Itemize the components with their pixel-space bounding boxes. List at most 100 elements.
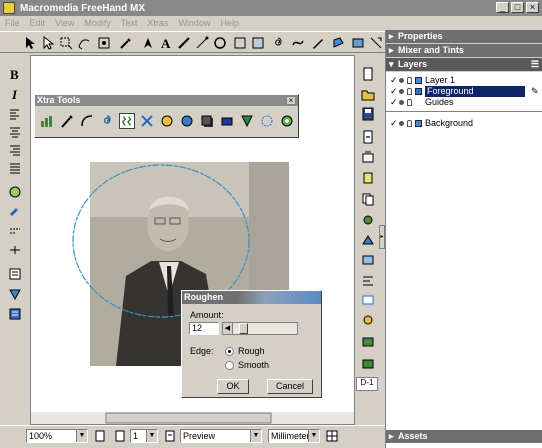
menu-help[interactable]: Help bbox=[215, 18, 244, 28]
menu-edit[interactable]: Edit bbox=[25, 18, 51, 28]
maximize-button[interactable]: □ bbox=[511, 2, 524, 13]
transform-icon[interactable] bbox=[360, 293, 376, 307]
properties-panel-header[interactable]: ▸ Properties bbox=[386, 30, 542, 43]
ellipse-tool-icon[interactable] bbox=[212, 35, 228, 51]
layer-name[interactable]: Layer 1 bbox=[425, 75, 455, 86]
amount-input[interactable]: 12 bbox=[189, 322, 219, 335]
layer-row[interactable]: ✓ Foreground ✎ bbox=[386, 86, 542, 97]
layer-name[interactable]: Foreground bbox=[425, 86, 525, 97]
layers-options-icon[interactable]: ☰ bbox=[531, 58, 539, 71]
copy-icon[interactable] bbox=[360, 192, 376, 206]
flow-inside-path-icon[interactable] bbox=[7, 287, 23, 301]
xtra-tools-close-button[interactable]: × bbox=[286, 96, 296, 105]
slider-left-arrow-icon[interactable]: ◀ bbox=[223, 323, 233, 334]
zoom-dropdown-icon[interactable]: ▼ bbox=[76, 430, 87, 442]
status-grid-icon[interactable] bbox=[326, 430, 338, 442]
layer-lock-icon[interactable] bbox=[407, 120, 412, 127]
rectangle-tool-icon[interactable] bbox=[232, 35, 248, 51]
next-page-icon[interactable] bbox=[114, 430, 126, 442]
hand-tool-icon[interactable] bbox=[368, 35, 384, 51]
layer-name[interactable]: Background bbox=[425, 118, 473, 129]
page-tool-icon[interactable] bbox=[76, 35, 92, 51]
page-info-icon[interactable] bbox=[164, 430, 176, 442]
assets-panel-header[interactable]: ▸ Assets bbox=[386, 430, 542, 443]
layer-visible-check-icon[interactable]: ✓ bbox=[390, 86, 398, 97]
spiral-xtra-icon[interactable] bbox=[99, 113, 115, 129]
xtra-tools-palette[interactable]: Xtra Tools × bbox=[34, 94, 299, 138]
paint-bucket-tool-icon[interactable] bbox=[330, 35, 346, 51]
pointer-tool-icon[interactable] bbox=[22, 35, 38, 51]
layer-row[interactable]: ✓ Layer 1 bbox=[386, 75, 542, 86]
page-indicator[interactable]: D-1 bbox=[356, 377, 378, 391]
blend-icon[interactable] bbox=[360, 335, 376, 349]
page-dropdown-icon[interactable]: ▼ bbox=[146, 430, 157, 442]
layer-row[interactable]: ✓ Guides bbox=[386, 97, 542, 108]
menu-window[interactable]: Window bbox=[173, 18, 215, 28]
mixer-panel-header[interactable]: ▸ Mixer and Tints bbox=[386, 44, 542, 57]
text-on-path-icon[interactable] bbox=[7, 185, 23, 199]
graph-tool-icon[interactable] bbox=[39, 113, 55, 129]
lasso-tool-icon[interactable] bbox=[58, 35, 74, 51]
layer-lock-icon[interactable] bbox=[407, 77, 412, 84]
menu-xtras[interactable]: Xtras bbox=[142, 18, 173, 28]
layer-row[interactable]: ✓ Background bbox=[386, 118, 542, 129]
knife-tool-icon[interactable] bbox=[176, 35, 192, 51]
layer-color-swatch[interactable] bbox=[415, 77, 422, 84]
italic-icon[interactable]: I bbox=[7, 87, 23, 101]
layer-color-swatch[interactable] bbox=[415, 120, 422, 127]
roughen-dialog[interactable]: Roughen Amount: 12 ◀ Edge: Rough Smooth … bbox=[181, 290, 322, 398]
mirror-tool-icon[interactable] bbox=[219, 113, 235, 129]
align-left-icon[interactable] bbox=[7, 107, 23, 121]
page-select[interactable]: 1 ▼ bbox=[130, 429, 158, 443]
line-tool-icon[interactable] bbox=[194, 35, 210, 51]
layer-name[interactable]: Guides bbox=[425, 97, 454, 108]
join-icon[interactable] bbox=[360, 357, 376, 371]
tab-ruler-icon[interactable] bbox=[7, 225, 23, 239]
link-text-icon[interactable] bbox=[7, 205, 23, 219]
units-select[interactable]: Millimeters ▼ bbox=[268, 429, 320, 443]
save-icon[interactable] bbox=[360, 107, 376, 121]
cancel-button[interactable]: Cancel bbox=[267, 379, 313, 394]
menu-view[interactable]: View bbox=[50, 18, 79, 28]
fisheye-lens-icon[interactable] bbox=[139, 113, 155, 129]
import-icon[interactable] bbox=[360, 130, 376, 144]
xtra-tools-title[interactable]: Xtra Tools bbox=[35, 95, 298, 106]
roughen-tool-icon[interactable] bbox=[119, 113, 135, 129]
horizontal-scroll-thumb[interactable] bbox=[105, 412, 272, 424]
panel-dock-collapse-icon[interactable]: ▸ bbox=[379, 225, 385, 249]
menu-file[interactable]: File bbox=[0, 18, 25, 28]
text-tool-icon[interactable]: A bbox=[158, 35, 174, 51]
cut-icon[interactable] bbox=[360, 171, 376, 185]
lock-icon[interactable] bbox=[360, 313, 376, 327]
layer-lock-icon[interactable] bbox=[407, 88, 412, 95]
previous-page-icon[interactable] bbox=[94, 430, 106, 442]
eyedropper-tool-icon[interactable] bbox=[118, 35, 134, 51]
chart-tool-icon[interactable] bbox=[279, 113, 295, 129]
ok-button[interactable]: OK bbox=[217, 379, 249, 394]
perspective-tool-icon[interactable] bbox=[350, 35, 366, 51]
layer-preview-icon[interactable] bbox=[399, 78, 404, 83]
freeform-tool-icon[interactable] bbox=[290, 35, 306, 51]
layer-visible-check-icon[interactable]: ✓ bbox=[390, 97, 398, 108]
layer-preview-icon[interactable] bbox=[399, 100, 404, 105]
smudge-tool-icon[interactable] bbox=[179, 113, 195, 129]
pen-tool-icon[interactable] bbox=[140, 35, 156, 51]
layer-preview-icon[interactable] bbox=[399, 89, 404, 94]
text-columns-icon[interactable] bbox=[7, 243, 23, 257]
layer-preview-icon[interactable] bbox=[399, 121, 404, 126]
new-document-icon[interactable] bbox=[360, 67, 376, 81]
zoom-select[interactable]: 100% ▼ bbox=[26, 429, 88, 443]
view-mode-dropdown-icon[interactable]: ▼ bbox=[250, 430, 261, 442]
slider-thumb[interactable] bbox=[239, 323, 248, 334]
shadow-tool-icon[interactable] bbox=[199, 113, 215, 129]
close-button[interactable]: × bbox=[526, 2, 539, 13]
spiral-tool-icon[interactable] bbox=[270, 35, 286, 51]
export-icon[interactable] bbox=[360, 149, 376, 163]
trace-tool-icon[interactable] bbox=[96, 35, 112, 51]
smooth-radio[interactable] bbox=[225, 361, 234, 370]
view-mode-select[interactable]: Preview ▼ bbox=[180, 429, 262, 443]
rough-radio[interactable] bbox=[225, 347, 234, 356]
text-wrap-icon[interactable] bbox=[7, 267, 23, 281]
eyedropper-xtra-icon[interactable] bbox=[59, 113, 75, 129]
menu-modify[interactable]: Modify bbox=[79, 18, 116, 28]
